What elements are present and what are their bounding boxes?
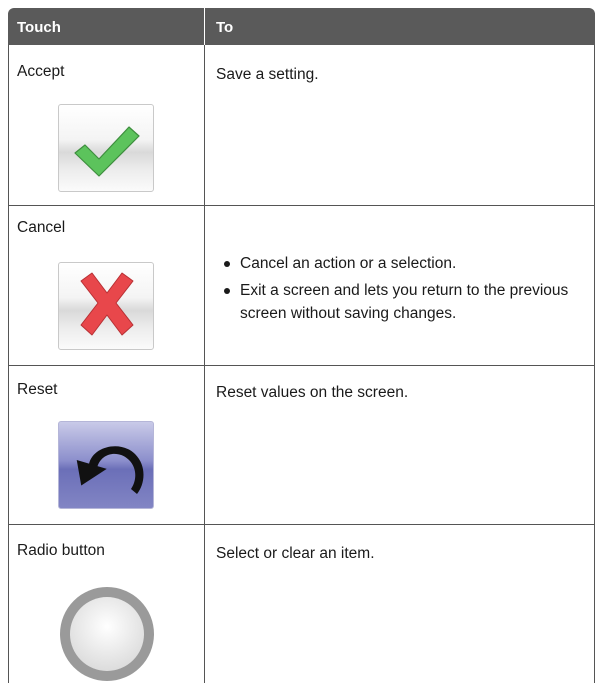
row-description-reset: Reset values on the screen. [216, 384, 409, 401]
row-divider [8, 205, 595, 206]
undo-arrow-icon [58, 421, 154, 509]
row-description-accept: Save a setting. [216, 66, 319, 83]
row-divider [8, 365, 595, 366]
table-border-right [594, 45, 595, 683]
row-description-radio-button: Select or clear an item. [216, 545, 375, 562]
row-label-reset: Reset [17, 381, 58, 398]
list-item: Cancel an action or a selection. [216, 252, 586, 275]
table-border-left [8, 45, 9, 683]
row-divider [8, 524, 595, 525]
row-description-cancel: Cancel an action or a selection. Exit a … [216, 252, 586, 329]
list-item: Exit a screen and lets you return to the… [216, 279, 586, 325]
column-divider [204, 45, 205, 683]
header-touch: Touch [17, 19, 61, 36]
row-label-radio-button: Radio button [17, 542, 105, 559]
header-divider [204, 8, 205, 45]
row-label-accept: Accept [17, 63, 65, 80]
checkmark-icon [58, 104, 154, 192]
table-header: Touch To [8, 8, 595, 45]
touch-reference-table: Touch To Accept Save a setting. Cancel C… [8, 8, 595, 683]
row-label-cancel: Cancel [17, 219, 66, 236]
cross-icon [58, 262, 154, 350]
radio-button-icon [55, 582, 159, 683]
header-to: To [216, 19, 234, 36]
